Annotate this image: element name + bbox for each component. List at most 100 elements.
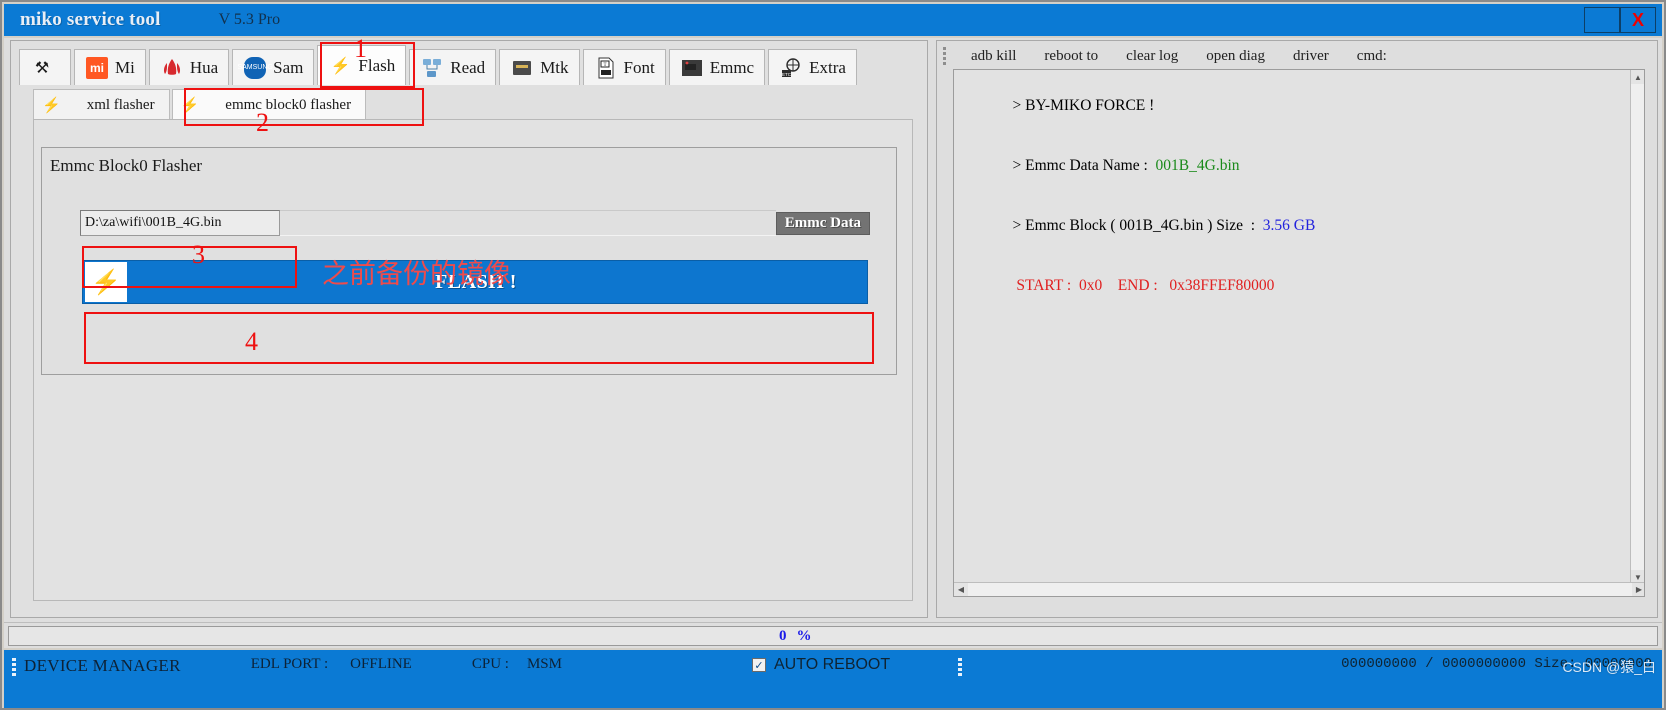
left-pane: ⚒ mi Mi Hua SAMSUNG Sam ⚡ Flash Read Mtk… — [10, 40, 928, 618]
log-line-prefix: > BY-MIKO FORCE ! — [1012, 97, 1155, 114]
tab-font[interactable]: T Font — [582, 49, 666, 85]
tab-extra[interactable]: ETC Extra — [768, 49, 857, 85]
sub-tab-label: xml flasher — [86, 97, 155, 113]
lightning-icon: ⚡ — [85, 262, 127, 302]
sub-tab-xml-flasher[interactable]: ⚡ xml flasher — [33, 89, 170, 121]
application-window: miko service tool V 5.3 Pro X ⚒ mi Mi Hu… — [0, 0, 1666, 710]
lightning-icon: ⚡ — [42, 98, 61, 114]
log-line-prefix: > Emmc Block ( 001B_4G.bin ) Size : — [1012, 217, 1263, 234]
log-line: > BY-MIKO FORCE ! — [966, 76, 1644, 136]
tab-sam[interactable]: SAMSUNG Sam — [232, 49, 315, 85]
auto-reboot-checkbox[interactable]: ✓ AUTO REBOOT — [751, 656, 891, 674]
status-bar: DEVICE MANAGER EDL PORT : OFFLINE CPU : … — [4, 650, 1662, 708]
tab-label: Flash — [358, 55, 396, 75]
tab-read[interactable]: Read — [409, 49, 497, 85]
title-bar: miko service tool V 5.3 Pro X — [4, 4, 1662, 36]
log-line-value: 3.56 GB — [1262, 217, 1316, 234]
toolbar-grip-icon — [943, 47, 951, 65]
tab-mtk[interactable]: Mtk — [499, 49, 580, 85]
gear-globe-icon: ETC — [779, 56, 803, 80]
lightning-icon: ⚡ — [180, 98, 200, 114]
tab-label: Read — [450, 57, 486, 77]
tab-label: Font — [623, 57, 655, 77]
status-grip-icon — [12, 658, 18, 676]
cpu-value: MSM — [526, 656, 562, 672]
close-icon[interactable]: X — [1620, 7, 1656, 33]
edl-port-status: OFFLINE — [350, 656, 412, 672]
scroll-left-icon[interactable]: ◀ — [954, 582, 968, 596]
emmc-block0-flasher-group: Emmc Block0 Flasher Emmc Data ⚡ FLASH ! — [41, 147, 897, 375]
image-path-input[interactable] — [80, 210, 280, 236]
scroll-up-icon[interactable]: ▲ — [1631, 70, 1644, 84]
checkbox-check-icon: ✓ — [751, 658, 766, 672]
tab-label: Mi — [115, 57, 135, 77]
tab-flash[interactable]: ⚡ Flash — [317, 45, 407, 85]
tools-icon: ⚒ — [34, 59, 50, 77]
main-tab-strip: ⚒ mi Mi Hua SAMSUNG Sam ⚡ Flash Read Mtk… — [19, 45, 860, 85]
svg-text:T: T — [603, 63, 606, 68]
tab-label: Sam — [273, 57, 304, 77]
lightning-icon: ⚡ — [330, 57, 351, 75]
tab-tools[interactable]: ⚒ — [19, 49, 71, 85]
progress-bar: 0% — [8, 625, 1658, 646]
watermark: CSDN @猿_白 — [1562, 659, 1656, 675]
auto-reboot-label: AUTO REBOOT — [773, 656, 891, 673]
work-area: ⚒ mi Mi Hua SAMSUNG Sam ⚡ Flash Read Mtk… — [4, 38, 1662, 622]
device-manager-button[interactable]: DEVICE MANAGER — [24, 656, 181, 676]
log-line-prefix: START : 0x0 END : 0x38FFEF80000 — [1012, 277, 1275, 294]
scroll-right-icon[interactable]: ▶ — [1632, 582, 1644, 596]
tab-mi[interactable]: mi Mi — [74, 49, 146, 85]
log-line: START : 0x0 END : 0x38FFEF80000 — [966, 256, 1644, 316]
log-line-prefix: > Emmc Data Name : — [1012, 157, 1156, 174]
log-toolbar: adb kill reboot to clear log open diag d… — [937, 43, 1657, 69]
open-diag-button[interactable]: open diag — [1192, 48, 1279, 65]
log-horizontal-scrollbar[interactable]: ◀ ▶ — [954, 582, 1644, 596]
minimize-button[interactable] — [1584, 7, 1620, 33]
image-path-row: Emmc Data — [80, 208, 870, 238]
log-output[interactable]: > BY-MIKO FORCE ! > Emmc Data Name : 001… — [953, 69, 1645, 597]
progress-text: 0% — [779, 628, 812, 645]
emmc-chip-icon — [680, 56, 704, 80]
tab-label: Extra — [809, 57, 846, 77]
tab-label: Mtk — [540, 57, 569, 77]
emmc-data-button[interactable]: Emmc Data — [775, 211, 870, 235]
flash-button-label: FLASH ! — [435, 270, 517, 293]
log-line: > Emmc Block ( 001B_4G.bin ) Size : 3.56… — [966, 196, 1644, 256]
app-version: V 5.3 Pro — [218, 11, 281, 28]
chip-icon — [510, 56, 534, 80]
samsung-icon: SAMSUNG — [237, 56, 273, 80]
huawei-icon — [160, 56, 184, 80]
xiaomi-icon: mi — [85, 56, 109, 80]
ttf-file-icon: T — [594, 56, 618, 80]
tab-label: Emmc — [709, 57, 755, 77]
sub-tab-emmc-block0-flasher[interactable]: ⚡ emmc block0 flasher — [171, 89, 367, 121]
progress-value: 0 — [779, 627, 787, 644]
tab-label: Hua — [189, 57, 219, 77]
group-title: Emmc Block0 Flasher — [50, 156, 203, 175]
network-read-icon — [420, 56, 444, 80]
reboot-to-button[interactable]: reboot to — [1030, 48, 1112, 65]
log-vertical-scrollbar[interactable]: ▲ ▼ — [1630, 70, 1644, 584]
tab-hua[interactable]: Hua — [148, 49, 230, 85]
log-line: > Emmc Data Name : 001B_4G.bin — [966, 136, 1644, 196]
cpu-label: CPU : — [471, 656, 509, 672]
flash-button[interactable]: ⚡ FLASH ! — [82, 260, 868, 304]
log-pane: adb kill reboot to clear log open diag d… — [936, 40, 1658, 618]
sub-tab-strip: ⚡ xml flasher ⚡ emmc block0 flasher — [33, 87, 368, 121]
log-line-value: 001B_4G.bin — [1155, 157, 1240, 174]
status-grip-icon-2 — [958, 658, 964, 676]
progress-unit: % — [796, 627, 812, 644]
app-title: miko service tool — [20, 9, 161, 30]
adb-kill-button[interactable]: adb kill — [957, 48, 1030, 65]
clear-log-button[interactable]: clear log — [1112, 48, 1192, 65]
tab-emmc[interactable]: Emmc — [668, 49, 766, 85]
edl-port-label: EDL PORT : — [250, 656, 329, 672]
window-controls: X — [1584, 7, 1656, 33]
progress-row: 0% — [4, 622, 1662, 648]
path-row-rule — [280, 210, 776, 236]
driver-button[interactable]: driver — [1279, 48, 1343, 65]
sub-tab-label: emmc block0 flasher — [225, 97, 352, 113]
log-text: > BY-MIKO FORCE ! > Emmc Data Name : 001… — [954, 70, 1644, 316]
svg-text:ETC: ETC — [782, 72, 792, 77]
cmd-label[interactable]: cmd: — [1343, 48, 1401, 65]
